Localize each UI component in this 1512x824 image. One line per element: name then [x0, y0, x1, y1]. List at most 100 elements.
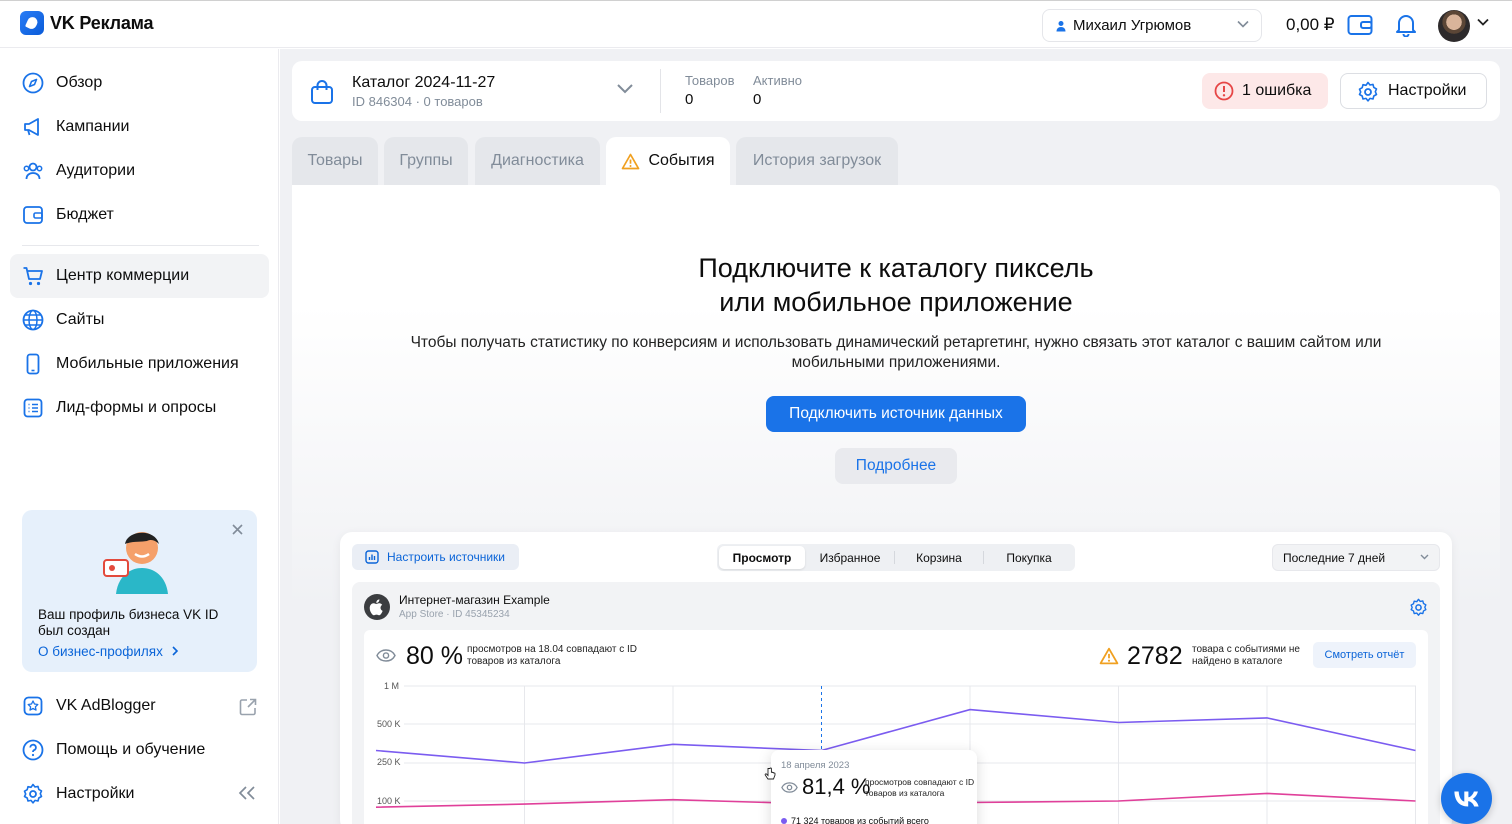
hand-cursor-icon [764, 767, 776, 780]
compass-icon [22, 72, 44, 94]
eye-icon [781, 782, 798, 793]
business-profiles-link[interactable]: О бизнес-профилях [38, 644, 179, 659]
events-description: Чтобы получать статистику по конверсиям … [410, 334, 1382, 371]
sidebar-item-settings[interactable]: Настройки [10, 772, 269, 816]
stat-label: Активно [753, 73, 803, 88]
settings-button-label: Настройки [1388, 82, 1467, 99]
errors-button-label: 1 ошибка [1242, 82, 1312, 99]
chevron-down-icon[interactable] [1477, 18, 1489, 26]
avatar[interactable] [1438, 10, 1470, 42]
events-panel: Подключите к каталогу пиксель или мобиль… [292, 185, 1500, 824]
sidebar-item-label: Бюджет [56, 206, 114, 223]
catalog-title: Каталог 2024-11-27 [352, 74, 496, 91]
tab-events[interactable]: События [606, 137, 730, 185]
chevron-down-icon[interactable] [616, 83, 634, 94]
app-name: Интернет-магазин Example [399, 593, 550, 607]
chart-tooltip: 18 апреля 2023 81,4 % просмотров совпада… [771, 750, 977, 824]
sidebar-item-campaigns[interactable]: Кампании [10, 105, 269, 149]
events-title-line1: Подключите к каталогу пиксель [698, 253, 1094, 283]
divider [983, 551, 984, 564]
sidebar-item-overview[interactable]: Обзор [10, 61, 269, 105]
vk-ads-logo[interactable]: VK Реклама [20, 11, 154, 35]
event-type-segmented-control: Просмотр Избранное Корзина Покупка [717, 544, 1075, 571]
tab-products[interactable]: Товары [292, 137, 378, 185]
business-profile-banner: Ваш профиль бизнеса VK ID был создан О б… [22, 510, 257, 672]
period-value: Последние 7 дней [1283, 550, 1386, 565]
gear-icon [23, 783, 43, 804]
tab-diagnostics[interactable]: Диагностика [475, 137, 600, 185]
sidebar-item-mobile-apps[interactable]: Мобильные приложения [10, 342, 269, 386]
tab-groups[interactable]: Группы [384, 137, 468, 185]
configure-sources-label: Настроить источники [387, 550, 505, 564]
period-select[interactable]: Последние 7 дней [1272, 544, 1440, 571]
sidebar-item-budget[interactable]: Бюджет [10, 193, 269, 237]
external-link-icon[interactable] [239, 698, 257, 716]
learn-more-button[interactable]: Подробнее [835, 448, 957, 484]
sidebar-item-sites[interactable]: Сайты [10, 298, 269, 342]
list-icon [23, 398, 43, 418]
sidebar-divider [22, 245, 259, 246]
tab-upload-history[interactable]: История загрузок [736, 137, 898, 185]
sidebar-item-label: Обзор [56, 74, 103, 91]
tooltip-description: просмотров совпадают с ID товаров из кат… [865, 777, 975, 798]
promo-text: Ваш профиль бизнеса VK ID был создан [38, 607, 219, 638]
phone-icon [26, 353, 40, 375]
sidebar-item-label: Центр коммерции [56, 267, 190, 284]
events-title-line2: или мобильное приложение [719, 287, 1073, 317]
catalog-header-card: Каталог 2024-11-27 ID 846304 · 0 товаров… [292, 61, 1500, 121]
wallet-icon[interactable] [1347, 14, 1373, 36]
collapse-sidebar-icon[interactable] [238, 786, 256, 800]
chart-icon [365, 550, 379, 564]
tooltip-value: 81,4 % [802, 774, 871, 799]
connect-data-source-button[interactable]: Подключить источник данных [766, 396, 1026, 432]
divider [660, 69, 661, 113]
gear-icon [1358, 81, 1378, 102]
segment-purchase[interactable]: Покупка [985, 546, 1073, 569]
sidebar: Обзор Кампании Аудитории Бюджет Центр ко… [0, 49, 279, 824]
vk-logo-icon [1453, 791, 1479, 806]
tab-label: Товары [307, 152, 363, 169]
match-percent: 80 % [406, 642, 463, 670]
errors-button[interactable]: 1 ошибка [1202, 73, 1328, 109]
megaphone-icon [24, 118, 39, 136]
help-icon [22, 739, 44, 761]
sidebar-item-label: Сайты [56, 311, 105, 328]
stat-label: Товаров [685, 73, 735, 88]
business-profiles-link-label: О бизнес-профилях [38, 644, 163, 659]
sidebar-item-lead-forms[interactable]: Лид-формы и опросы [10, 386, 269, 430]
events-title: Подключите к каталогу пиксель или мобиль… [292, 251, 1500, 319]
stat-value: 0 [753, 91, 762, 108]
close-icon[interactable] [232, 524, 243, 535]
vk-logo-icon [20, 11, 44, 35]
account-select[interactable]: Михаил Угрюмов [1042, 9, 1262, 42]
chevron-down-icon [1237, 20, 1249, 28]
gear-icon[interactable] [1409, 598, 1428, 617]
bell-icon[interactable] [1395, 13, 1417, 37]
adblogger-icon [23, 696, 43, 716]
not-found-description: товара с событиями не найдено в каталоге [1192, 644, 1300, 667]
balance: 0,00 ₽ [1286, 15, 1335, 34]
account-name: Михаил Угрюмов [1073, 17, 1192, 34]
tooltip-row: 71 324 товаров из событий всего [781, 816, 929, 824]
segment-view[interactable]: Просмотр [719, 546, 805, 569]
segment-cart[interactable]: Корзина [896, 546, 982, 569]
stat-products: Товаров 0 [685, 73, 735, 108]
warning-icon [1099, 647, 1119, 665]
sidebar-item-commerce-center[interactable]: Центр коммерции [10, 254, 269, 298]
view-report-button[interactable]: Смотреть отчёт [1313, 642, 1416, 668]
shopping-bag-icon [311, 80, 333, 104]
app-title: VK Реклама [50, 12, 154, 33]
apple-icon [364, 594, 390, 620]
configure-sources-button[interactable]: Настроить источники [352, 544, 519, 570]
sidebar-item-audiences[interactable]: Аудитории [10, 149, 269, 193]
tooltip-row-label: 71 324 товаров из событий всего [791, 816, 929, 824]
sidebar-item-label: Помощь и обучение [56, 741, 206, 758]
wallet-icon [23, 206, 43, 224]
sidebar-item-help[interactable]: Помощь и обучение [10, 728, 269, 772]
segment-favorites[interactable]: Избранное [807, 546, 893, 569]
sidebar-item-adblogger[interactable]: VK AdBlogger [10, 684, 269, 728]
catalog-settings-button[interactable]: Настройки [1340, 73, 1487, 109]
tab-label: История загрузок [752, 152, 882, 169]
vk-chat-button[interactable] [1441, 773, 1492, 824]
tab-label: Диагностика [491, 152, 584, 169]
